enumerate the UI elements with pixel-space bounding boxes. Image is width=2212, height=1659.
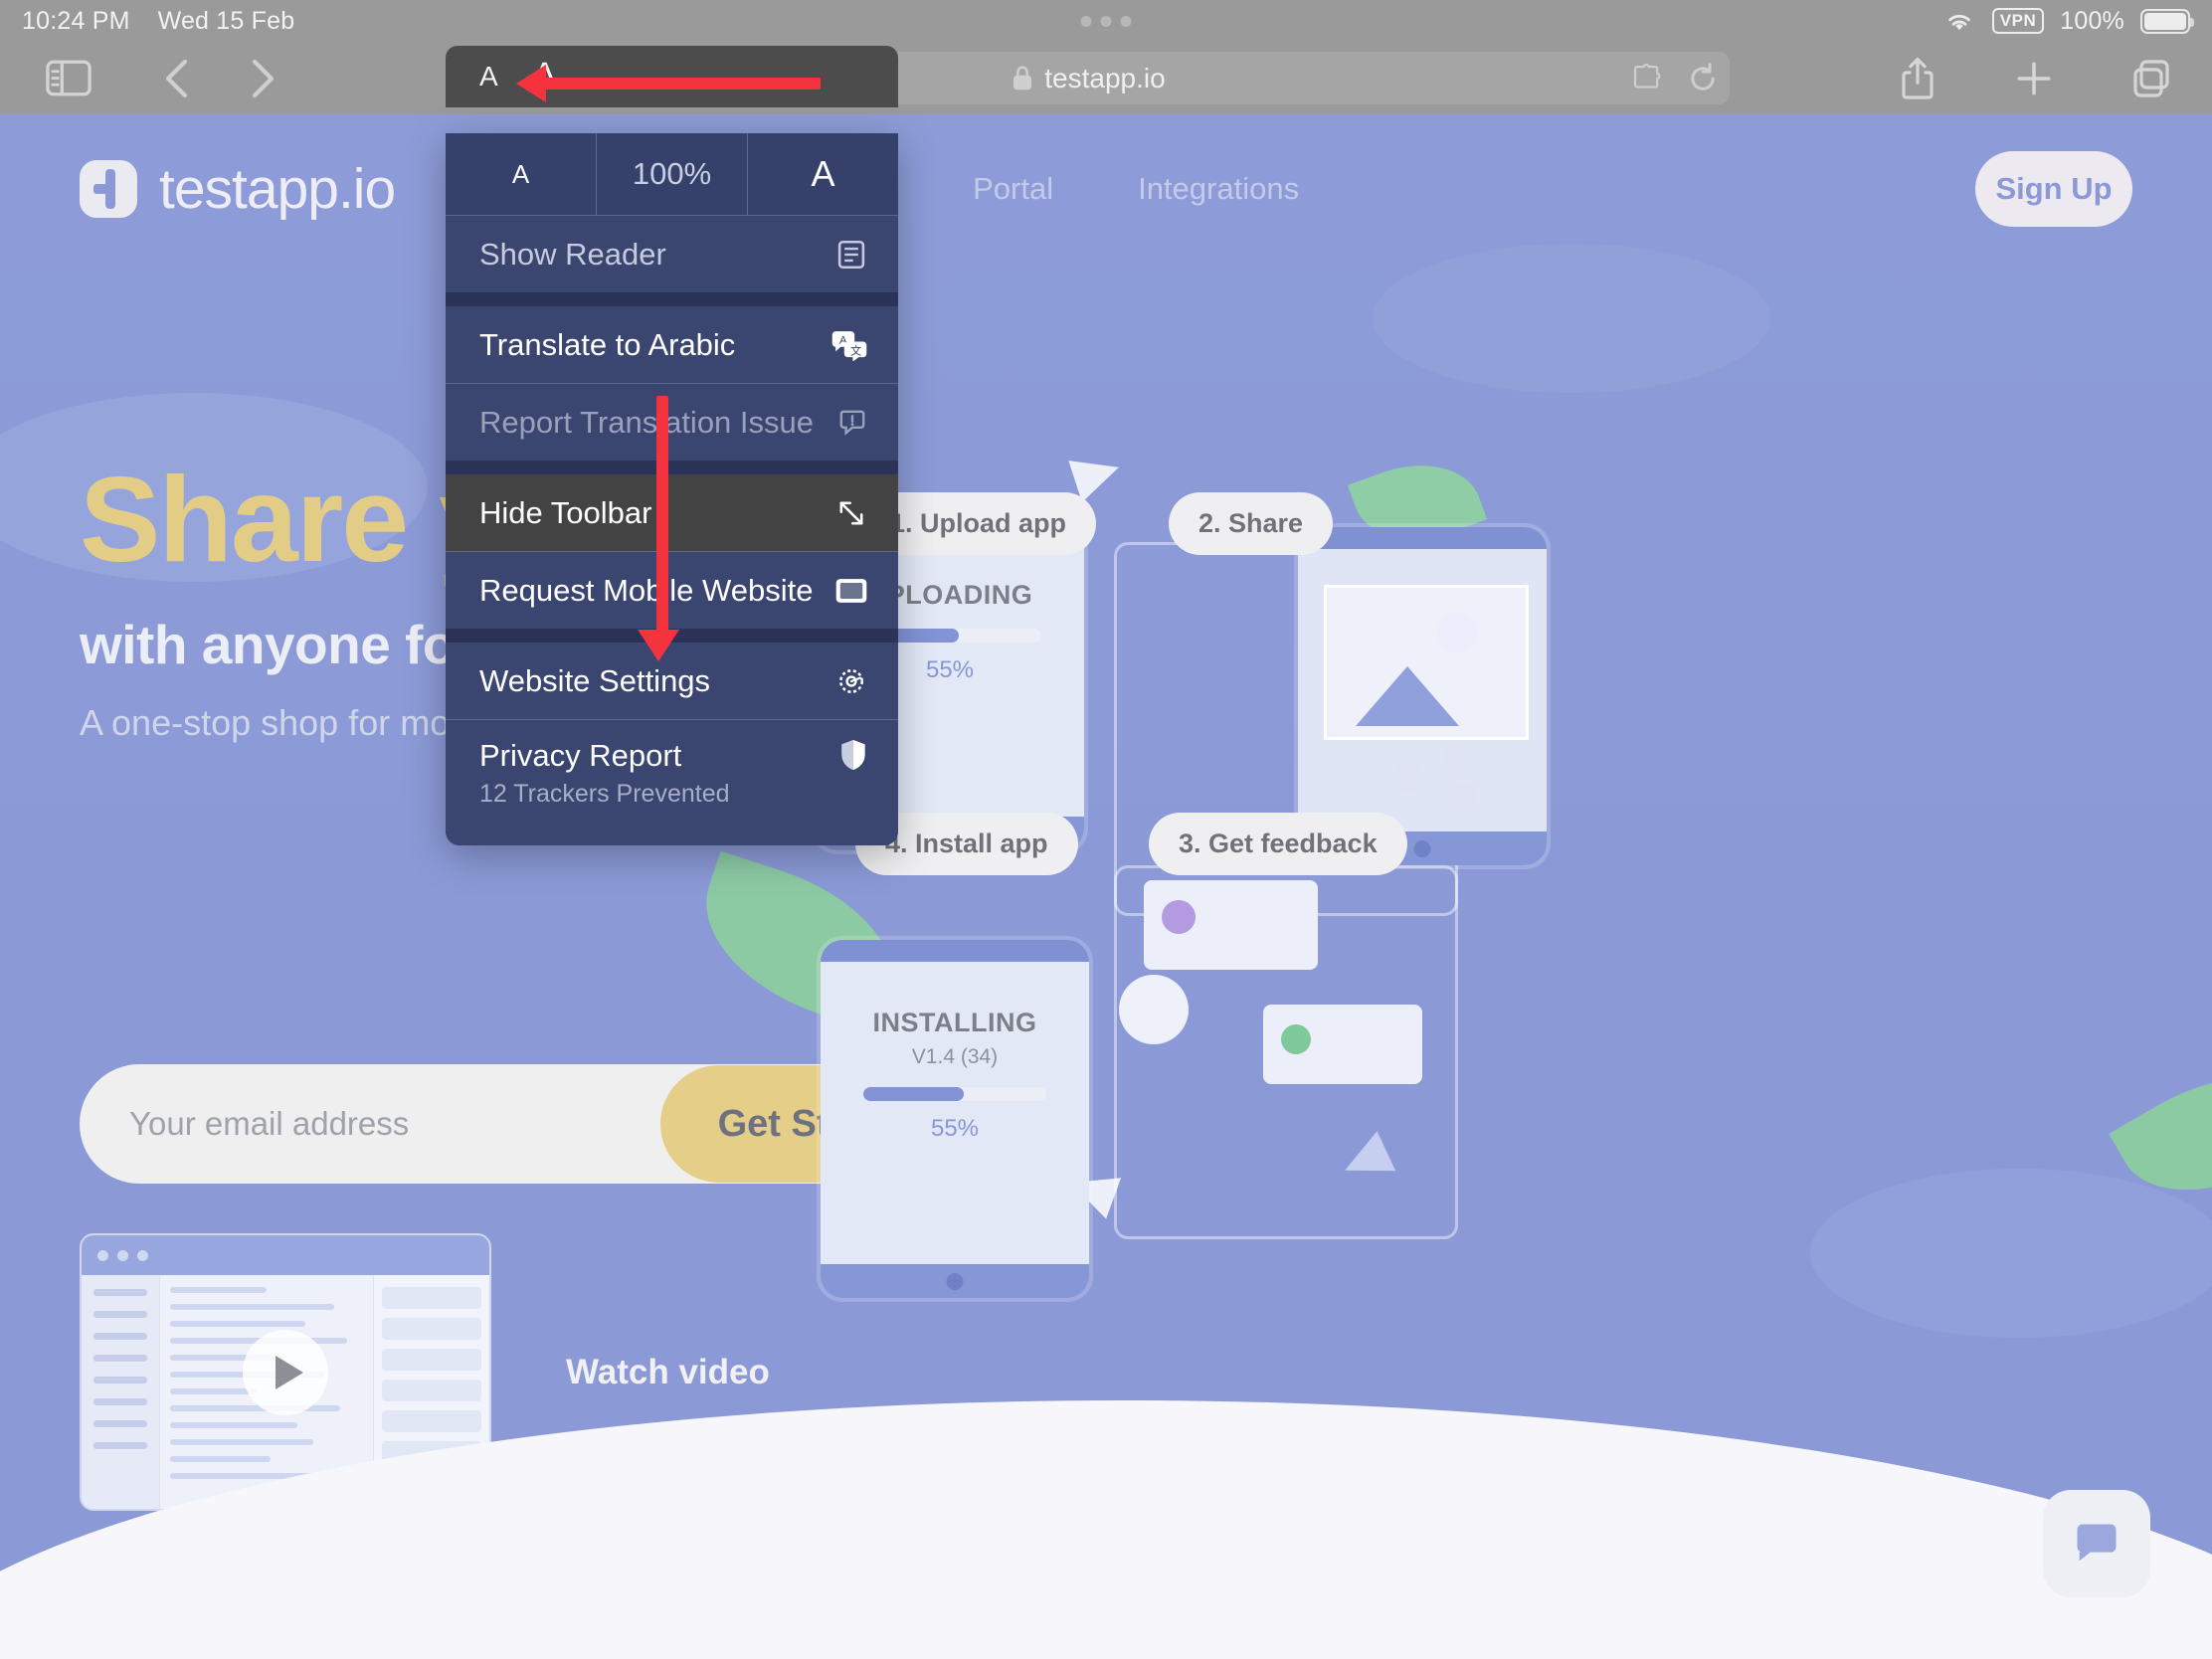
testapp-logo-icon <box>80 160 137 218</box>
battery-icon <box>2140 8 2194 34</box>
chat-widget-button[interactable] <box>2043 1490 2150 1597</box>
decor-leaf <box>2109 1038 2212 1229</box>
multitasking-handle[interactable] <box>1080 15 1132 27</box>
mobile-device-icon <box>823 577 868 605</box>
zoom-level-value[interactable]: 100% <box>596 133 747 215</box>
report-issue-icon <box>823 407 868 439</box>
shield-icon <box>823 738 868 772</box>
menu-item-show-reader[interactable]: Show Reader <box>446 216 898 292</box>
installing-progress-bar <box>863 1087 1046 1101</box>
menu-item-report-translation-issue: Report Translation Issue <box>446 384 898 461</box>
brand-logo[interactable]: testapp.io <box>80 156 396 222</box>
gear-icon <box>823 664 868 698</box>
play-button-icon[interactable] <box>243 1329 328 1415</box>
thumb-window-bar <box>82 1235 489 1275</box>
menu-item-privacy-report[interactable]: Privacy Report 12 Trackers Prevented <box>446 720 898 845</box>
menu-label: Website Settings <box>479 662 711 698</box>
reader-icon <box>823 238 868 272</box>
extensions-icon[interactable] <box>1630 62 1664 95</box>
nav-link-integrations[interactable]: Integrations <box>1138 171 1299 207</box>
menu-group-separator <box>446 629 898 643</box>
webpage-testapp-io: testapp.io Feedback Pricing Portal Integ… <box>0 114 2212 1659</box>
zoom-out-button[interactable]: A <box>446 133 596 215</box>
site-navbar: testapp.io Feedback Pricing Portal Integ… <box>0 114 2212 264</box>
step-label-share: 2. Share <box>1169 492 1334 555</box>
thumb-sidebar <box>82 1275 160 1509</box>
page-settings-menu: A 100% A Show Reader Translate to Arabic… <box>446 133 898 845</box>
nav-link-portal[interactable]: Portal <box>973 171 1053 207</box>
battery-percent: 100% <box>2060 6 2124 35</box>
menu-label: Privacy Report <box>479 738 682 773</box>
menu-group-separator <box>446 292 898 306</box>
svg-text:文: 文 <box>850 343 861 357</box>
lock-icon <box>1014 66 1032 91</box>
feedback-avatar <box>1281 1024 1311 1054</box>
share-icon[interactable] <box>1898 56 1937 101</box>
decor-cloud <box>1373 244 1770 393</box>
reload-icon[interactable] <box>1686 62 1720 95</box>
installing-version: V1.4 (34) <box>911 1045 999 1068</box>
aa-small-label: A <box>479 61 498 92</box>
menu-label: Hide Toolbar <box>479 494 652 530</box>
install-device: INSTALLING V1.4 (34) 55% <box>821 940 1089 1298</box>
menu-item-request-mobile-website[interactable]: Request Mobile Website <box>446 552 898 629</box>
safari-toolbar: testapp.io <box>0 42 2212 114</box>
new-tab-icon[interactable] <box>2013 58 2055 99</box>
chat-bubble-icon <box>2077 1524 2117 1562</box>
menu-label: Show Reader <box>479 236 666 272</box>
thumbs-up-icon <box>1119 975 1189 1044</box>
brand-name: testapp.io <box>159 157 396 221</box>
status-date: Wed 15 Feb <box>157 6 295 35</box>
ipad-status-bar: 10:24 PM Wed 15 Feb VPN 100% <box>0 0 2212 42</box>
sign-up-button[interactable]: Sign Up <box>1975 151 2132 227</box>
ipad-safari-screenshot: testapp.io Feedback Pricing Portal Integ… <box>0 0 2212 1659</box>
back-button[interactable] <box>163 58 189 99</box>
expand-arrows-icon <box>823 496 868 530</box>
zoom-control-row: A 100% A <box>446 133 898 216</box>
page-settings-aa-button[interactable]: A A <box>446 46 898 107</box>
menu-label: Translate to Arabic <box>479 326 736 362</box>
installing-percent: 55% <box>930 1115 980 1142</box>
translate-icon: A 文 <box>823 329 868 361</box>
email-input[interactable] <box>127 1104 660 1144</box>
step-label-feedback: 3. Get feedback <box>1149 813 1407 875</box>
menu-item-website-settings[interactable]: Website Settings <box>446 643 898 719</box>
menu-group-separator <box>446 461 898 474</box>
vpn-badge: VPN <box>1991 8 2045 34</box>
menu-label: Report Translation Issue <box>479 404 815 440</box>
zoom-in-button[interactable]: A <box>747 133 898 215</box>
tabs-overview-icon[interactable] <box>2130 58 2172 99</box>
hero-illustration: UPLOADING 55% 1. Upload app 2. Share INS… <box>681 443 2212 1537</box>
watch-video-label: Watch video <box>566 1352 770 1391</box>
installing-title: INSTALLING <box>872 1008 1037 1037</box>
menu-item-translate-to-arabic[interactable]: Translate to Arabic A 文 <box>446 306 898 383</box>
address-bar-url: testapp.io <box>1044 62 1166 93</box>
menu-item-hide-toolbar[interactable]: Hide Toolbar <box>446 474 898 551</box>
feedback-avatar <box>1162 900 1196 934</box>
sidebar-toggle-icon[interactable] <box>46 60 92 96</box>
wifi-icon <box>1948 14 1970 31</box>
aa-large-label: A <box>531 55 558 97</box>
menu-label: Request Mobile Website <box>479 572 814 608</box>
menu-sublabel: 12 Trackers Prevented <box>479 780 730 808</box>
forward-button[interactable] <box>251 58 276 99</box>
status-time: 10:24 PM <box>22 6 130 35</box>
